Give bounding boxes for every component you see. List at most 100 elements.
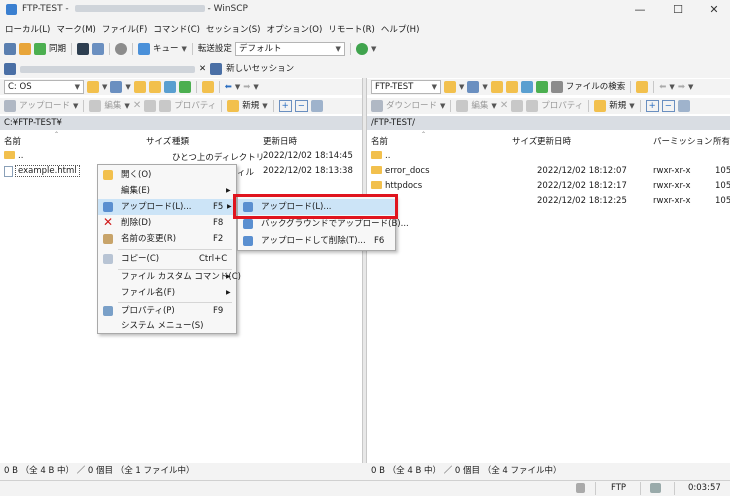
- chevron-down-icon[interactable]: ▼: [262, 102, 267, 110]
- chevron-down-icon[interactable]: ▼: [371, 45, 376, 53]
- submenu-item-upload-and-delete[interactable]: アップロードして削除(T)... F6: [238, 233, 395, 249]
- chevron-down-icon[interactable]: ▼: [73, 102, 78, 110]
- download-icon[interactable]: [371, 100, 383, 112]
- chevron-down-icon[interactable]: ▼: [235, 83, 240, 91]
- sync-button[interactable]: 同期: [49, 42, 66, 56]
- gear-icon[interactable]: [115, 43, 128, 55]
- edit-icon[interactable]: [89, 100, 102, 112]
- back-arrow-icon[interactable]: ⬅: [225, 80, 232, 94]
- new-session-tab[interactable]: 新しいセッション: [226, 62, 294, 76]
- menu-item-open[interactable]: 開く(O): [98, 167, 236, 183]
- col-owner[interactable]: 所有: [713, 135, 730, 147]
- menu-item-copy[interactable]: コピー(C) Ctrl+C: [98, 251, 236, 267]
- upload-icon[interactable]: [4, 100, 16, 112]
- menu-remote[interactable]: リモート(R): [328, 22, 375, 38]
- col-modified[interactable]: 更新日時: [537, 135, 571, 147]
- filter-icon[interactable]: [467, 81, 480, 93]
- col-name[interactable]: 名前: [371, 135, 388, 147]
- chevron-down-icon[interactable]: ▼: [182, 45, 187, 53]
- properties-button[interactable]: プロパティ: [541, 99, 583, 113]
- chevron-down-icon[interactable]: ▼: [459, 83, 464, 91]
- new-button[interactable]: 新規: [242, 99, 259, 113]
- menu-item-custom-commands[interactable]: ファイル カスタム コマンド(C) ▶: [98, 269, 241, 285]
- new-folder-icon[interactable]: [227, 100, 240, 112]
- remote-row-httpdocs[interactable]: httpdocs 2022/12/02 18:12:17 rwxr-xr-x 1…: [367, 179, 730, 194]
- terminal-icon[interactable]: [77, 43, 90, 55]
- upload-button[interactable]: アップロード: [19, 99, 70, 113]
- minimize-button[interactable]: —: [630, 2, 650, 18]
- menu-local[interactable]: ローカル(L): [5, 22, 50, 38]
- unselect-all-icon[interactable]: −: [661, 100, 675, 112]
- forward-arrow-icon[interactable]: ➡: [678, 80, 685, 94]
- menu-session[interactable]: セッション(S): [206, 22, 261, 38]
- home-icon[interactable]: [163, 81, 176, 93]
- remote-site-select[interactable]: FTP-TEST ▼: [371, 80, 441, 94]
- globe-icon[interactable]: [355, 43, 368, 55]
- compare-icon[interactable]: [4, 43, 16, 55]
- menu-item-rename[interactable]: 名前の変更(R) F2: [98, 231, 236, 247]
- chevron-down-icon[interactable]: ▼: [482, 83, 487, 91]
- home-icon[interactable]: [520, 81, 533, 93]
- invert-selection-icon[interactable]: [677, 100, 690, 112]
- chevron-down-icon[interactable]: ▼: [629, 102, 634, 110]
- forward-arrow-icon[interactable]: ➡: [243, 80, 250, 94]
- chevron-down-icon[interactable]: ▼: [102, 83, 107, 91]
- refresh-icon[interactable]: [535, 81, 548, 93]
- menu-item-properties[interactable]: プロパティ(P) F9: [98, 303, 236, 319]
- open-folder-icon[interactable]: [444, 81, 456, 93]
- parent-dir-icon[interactable]: [133, 81, 146, 93]
- transfer-preset-select[interactable]: デフォルト ▼: [234, 42, 345, 56]
- col-modified[interactable]: 更新日時: [263, 135, 297, 147]
- col-type[interactable]: 種類: [172, 135, 189, 147]
- invert-selection-icon[interactable]: [310, 100, 323, 112]
- menu-files[interactable]: ファイル(F): [102, 22, 148, 38]
- tree-icon[interactable]: [201, 81, 214, 93]
- rename-icon[interactable]: [511, 100, 524, 112]
- remote-row-error-docs[interactable]: error_docs 2022/12/02 18:12:07 rwxr-xr-x…: [367, 164, 730, 179]
- select-all-icon[interactable]: +: [645, 100, 659, 112]
- chevron-down-icon[interactable]: ▼: [440, 102, 445, 110]
- maximize-button[interactable]: ☐: [668, 2, 688, 18]
- search-icon[interactable]: [550, 81, 563, 93]
- download-button[interactable]: ダウンロード: [386, 99, 437, 113]
- menu-item-file-names[interactable]: ファイル名(F) ▶: [98, 285, 236, 301]
- menu-options[interactable]: オプション(O): [266, 22, 322, 38]
- new-folder-icon[interactable]: [594, 100, 607, 112]
- properties-button[interactable]: プロパティ: [174, 99, 216, 113]
- menu-item-edit[interactable]: 編集(E) ▶: [98, 183, 236, 199]
- close-button[interactable]: ✕: [704, 2, 724, 18]
- menu-mark[interactable]: マーク(M): [56, 22, 95, 38]
- delete-icon[interactable]: ✕: [500, 99, 508, 113]
- queue-button[interactable]: キュー: [153, 42, 179, 56]
- file-row-parent[interactable]: .. ひとつ上のディレクトリ 2022/12/02 18:14:45: [0, 149, 362, 164]
- parent-dir-icon[interactable]: [490, 81, 503, 93]
- menu-item-system-menu[interactable]: システム メニュー(S): [98, 318, 236, 334]
- chevron-down-icon[interactable]: ▼: [253, 83, 258, 91]
- chevron-down-icon[interactable]: ▼: [491, 102, 496, 110]
- chevron-down-icon[interactable]: ▼: [125, 83, 130, 91]
- edit-icon[interactable]: [456, 100, 469, 112]
- chevron-down-icon[interactable]: ▼: [688, 83, 693, 91]
- synchronize-icon[interactable]: [34, 43, 46, 55]
- select-all-icon[interactable]: +: [278, 100, 292, 112]
- col-permissions[interactable]: パーミッション: [653, 135, 713, 147]
- unselect-all-icon[interactable]: −: [294, 100, 308, 112]
- col-size[interactable]: サイズ: [512, 135, 537, 147]
- session-tab-redacted[interactable]: [20, 65, 195, 73]
- open-folder-icon[interactable]: [87, 81, 99, 93]
- menu-item-delete[interactable]: ✕ 削除(D) F8: [98, 215, 236, 231]
- chevron-down-icon[interactable]: ▼: [124, 102, 129, 110]
- delete-icon[interactable]: ✕: [133, 99, 141, 113]
- queue-icon[interactable]: [138, 43, 151, 55]
- filter-icon[interactable]: [110, 81, 123, 93]
- back-arrow-icon[interactable]: ⬅: [659, 80, 666, 94]
- tree-icon[interactable]: [636, 81, 649, 93]
- col-name[interactable]: 名前: [4, 135, 21, 147]
- rename-icon[interactable]: [144, 100, 157, 112]
- menu-help[interactable]: ヘルプ(H): [381, 22, 420, 38]
- remote-row-parent[interactable]: ..: [367, 149, 730, 164]
- refresh-icon[interactable]: [178, 81, 191, 93]
- menu-commands[interactable]: コマンド(C): [153, 22, 200, 38]
- root-dir-icon[interactable]: [148, 81, 161, 93]
- find-files-button[interactable]: ファイルの検索: [566, 80, 626, 94]
